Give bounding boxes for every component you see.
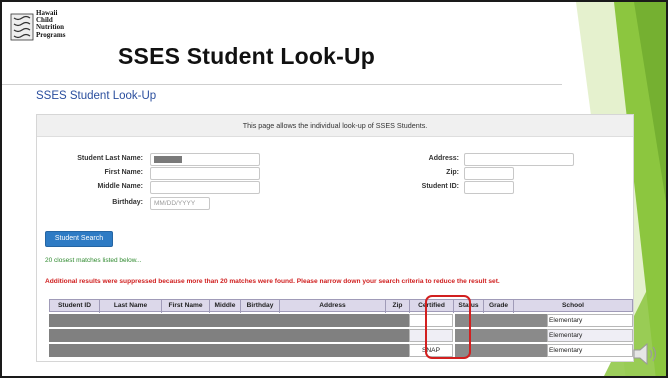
redacted-student-data [49, 314, 409, 327]
table-row[interactable]: Elementary [49, 314, 633, 327]
header-student-id[interactable]: Student ID [50, 300, 100, 313]
redacted-student-data [49, 329, 409, 342]
lookup-panel: This page allows the individual look-up … [36, 114, 634, 362]
student-id-input[interactable] [464, 181, 514, 194]
middle-name-label: Middle Name: [97, 183, 143, 190]
address-label: Address: [428, 155, 459, 162]
last-name-input[interactable] [150, 153, 260, 166]
warning-text: Additional results were suppressed becau… [45, 278, 500, 285]
certified-highlight [425, 295, 471, 359]
table-row[interactable]: SNAP Elementary [49, 344, 633, 357]
header-last-name[interactable]: Last Name [100, 300, 162, 313]
header-zip[interactable]: Zip [386, 300, 410, 313]
first-name-input[interactable] [150, 167, 260, 180]
intro-text: This page allows the individual look-up … [37, 115, 633, 137]
logo-text: Hawaii Child Nutrition Programs [36, 9, 66, 39]
slide: Hawaii Child Nutrition Programs SSES Stu… [0, 0, 668, 378]
page-heading: SSES Student Look-Up [36, 90, 157, 102]
redacted-value [154, 156, 182, 163]
redacted-student-data [49, 344, 409, 357]
middle-name-input[interactable] [150, 181, 260, 194]
header-school[interactable]: School [514, 300, 632, 313]
first-name-label: First Name: [104, 169, 143, 176]
header-address[interactable]: Address [280, 300, 386, 313]
slide-title: SSES Student Look-Up [118, 43, 375, 69]
school-cell: Elementary [547, 344, 633, 357]
speaker-icon[interactable] [632, 342, 658, 366]
student-search-button[interactable]: Student Search [45, 231, 113, 247]
address-input[interactable] [464, 153, 574, 166]
last-name-label: Student Last Name: [77, 155, 143, 162]
logo-line: Programs [36, 30, 66, 39]
header-divider [2, 84, 562, 85]
header-birthday[interactable]: Birthday [241, 300, 280, 313]
zip-label: Zip: [446, 169, 459, 176]
birthday-input[interactable]: MM/DD/YYYY [150, 197, 210, 210]
table-row[interactable]: Elementary [49, 329, 633, 342]
zip-input[interactable] [464, 167, 514, 180]
header-grade[interactable]: Grade [484, 300, 514, 313]
school-cell: Elementary [547, 314, 633, 327]
header-first-name[interactable]: First Name [162, 300, 210, 313]
birthday-label: Birthday: [112, 199, 143, 206]
logo-icon [10, 13, 34, 41]
student-id-label: Student ID: [421, 183, 459, 190]
matches-text: 20 closest matches listed below... [45, 257, 142, 264]
table-header: Student ID Last Name First Name Middle B… [49, 299, 633, 313]
school-cell: Elementary [547, 329, 633, 342]
header-middle[interactable]: Middle [210, 300, 241, 313]
results-table: Student ID Last Name First Name Middle B… [49, 295, 633, 359]
